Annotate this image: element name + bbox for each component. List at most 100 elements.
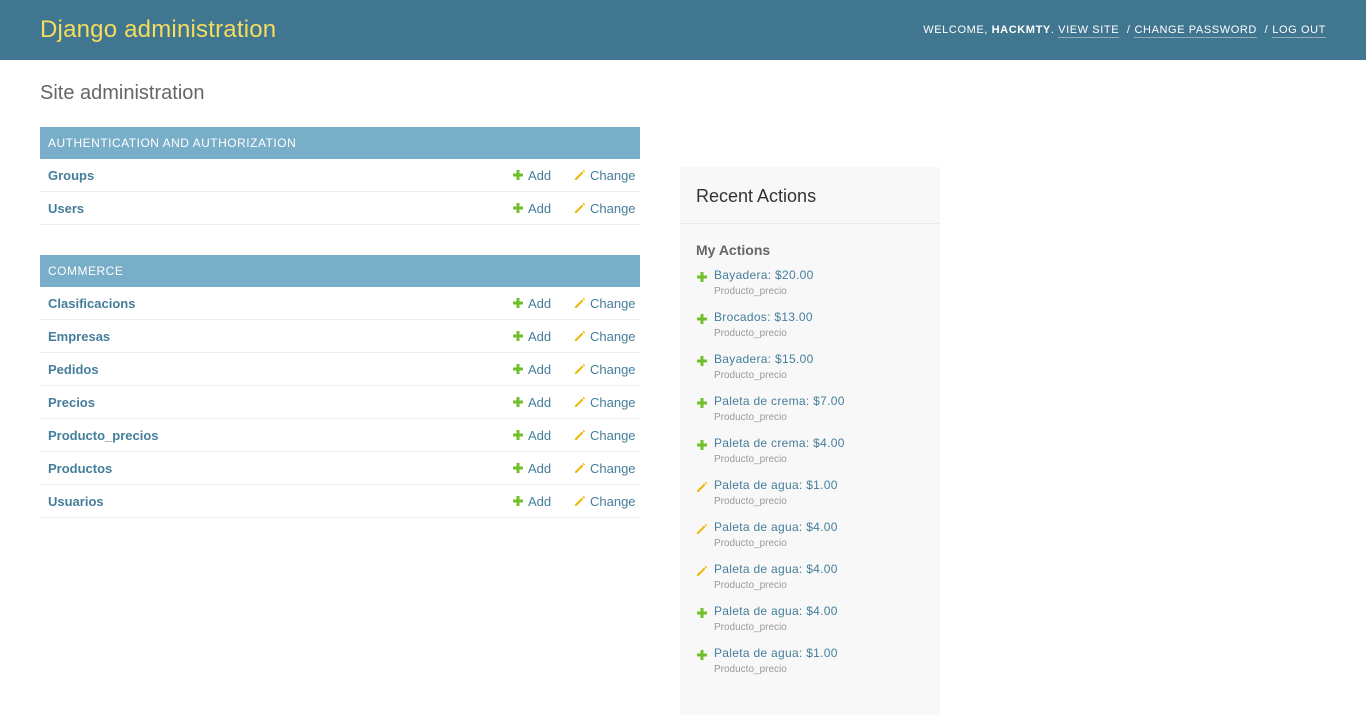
change-link[interactable]: Change: [574, 201, 636, 216]
content: Site administration Authentication and A…: [0, 60, 1366, 715]
pencil-icon: [696, 480, 708, 492]
change-label: Change: [590, 361, 636, 377]
model-link[interactable]: Empresas: [48, 329, 512, 344]
change-link[interactable]: Change: [574, 461, 636, 476]
recent-action-link[interactable]: Paleta de crema: $4.00: [714, 436, 845, 450]
change-link[interactable]: Change: [574, 494, 636, 509]
change-label: Change: [590, 493, 636, 509]
add-label: Add: [528, 200, 552, 216]
model-link[interactable]: Usuarios: [48, 494, 512, 509]
recent-action-link[interactable]: Brocados: $13.00: [714, 310, 813, 324]
add-icon: [512, 202, 524, 214]
add-link[interactable]: Add: [512, 329, 574, 344]
pencil-icon: [574, 495, 586, 507]
recent-action-link[interactable]: Bayadera: $15.00: [714, 352, 814, 366]
model-link[interactable]: Groups: [48, 168, 512, 183]
pencil-icon: [574, 363, 586, 375]
recent-actions-panel: Recent Actions My Actions Bayadera: $20.…: [680, 167, 940, 715]
recent-action-link[interactable]: Paleta de agua: $4.00: [714, 562, 838, 576]
recent-action-link[interactable]: Paleta de agua: $1.00: [714, 478, 838, 492]
site-name[interactable]: Django administration: [40, 16, 276, 44]
recent-action-type: Producto_precio: [714, 412, 787, 423]
change-link[interactable]: Change: [574, 329, 636, 344]
add-link[interactable]: Add: [512, 461, 574, 476]
change-label: Change: [590, 295, 636, 311]
recent-action-type: Producto_precio: [714, 286, 787, 297]
add-icon: [696, 606, 708, 618]
log-out-link[interactable]: Log out: [1272, 24, 1326, 38]
username-period: .: [1050, 24, 1055, 36]
pencil-icon: [574, 396, 586, 408]
recent-action-link[interactable]: Bayadera: $20.00: [714, 268, 814, 282]
change-label: Change: [590, 427, 636, 443]
my-actions-title: My Actions: [696, 242, 771, 258]
recent-action-item: Paleta de agua: $4.00 Producto_precio: [680, 518, 940, 560]
separator: /: [1264, 24, 1269, 36]
add-icon: [696, 438, 708, 450]
recent-action-item: Bayadera: $15.00 Producto_precio: [680, 350, 940, 392]
add-link[interactable]: Add: [512, 362, 574, 377]
add-label: Add: [528, 295, 552, 311]
view-site-link[interactable]: View site: [1058, 24, 1120, 38]
model-row: Producto_precios Add Change: [40, 419, 640, 452]
change-label: Change: [590, 200, 636, 216]
pencil-icon: [574, 297, 586, 309]
add-icon: [696, 270, 708, 282]
recent-action-link[interactable]: Paleta de agua: $4.00: [714, 604, 838, 618]
pencil-icon: [574, 429, 586, 441]
model-link[interactable]: Producto_precios: [48, 428, 512, 443]
add-icon: [512, 495, 524, 507]
recent-action-item: Paleta de crema: $4.00 Producto_precio: [680, 434, 940, 476]
add-icon: [696, 312, 708, 324]
add-link[interactable]: Add: [512, 428, 574, 443]
model-row: Users Add Change: [40, 192, 640, 225]
app-module-commerce: Commerce Clasificacions Add Change Empresas…: [40, 255, 640, 518]
recent-action-item: Paleta de agua: $1.00 Producto_precio: [680, 476, 940, 518]
actions-list: Bayadera: $20.00 Producto_precio Brocados:…: [680, 266, 940, 686]
model-link[interactable]: Clasificacions: [48, 296, 512, 311]
recent-action-link[interactable]: Paleta de crema: $7.00: [714, 394, 845, 408]
app-caption[interactable]: Commerce: [40, 255, 640, 287]
add-label: Add: [528, 493, 552, 509]
pencil-icon: [696, 564, 708, 576]
change-label: Change: [590, 460, 636, 476]
recent-action-item: Paleta de agua: $1.00 Producto_precio: [680, 644, 940, 686]
page-title: Site administration: [40, 82, 205, 104]
app-caption[interactable]: Authentication and Authorization: [40, 127, 640, 159]
change-label: Change: [590, 394, 636, 410]
header: Django administration Welcome, hackmty. …: [0, 0, 1366, 60]
add-link[interactable]: Add: [512, 296, 574, 311]
change-password-link[interactable]: Change password: [1134, 24, 1257, 38]
add-link[interactable]: Add: [512, 201, 574, 216]
change-link[interactable]: Change: [574, 395, 636, 410]
model-link[interactable]: Productos: [48, 461, 512, 476]
change-link[interactable]: Change: [574, 296, 636, 311]
add-icon: [512, 297, 524, 309]
recent-action-item: Bayadera: $20.00 Producto_precio: [680, 266, 940, 308]
add-icon: [696, 354, 708, 366]
change-label: Change: [590, 167, 636, 183]
add-link[interactable]: Add: [512, 395, 574, 410]
model-link[interactable]: Precios: [48, 395, 512, 410]
add-icon: [512, 363, 524, 375]
username: hackmty: [991, 24, 1051, 36]
model-link[interactable]: Pedidos: [48, 362, 512, 377]
recent-action-type: Producto_precio: [714, 538, 787, 549]
add-label: Add: [528, 328, 552, 344]
pencil-icon: [574, 202, 586, 214]
add-label: Add: [528, 460, 552, 476]
change-link[interactable]: Change: [574, 428, 636, 443]
add-link[interactable]: Add: [512, 494, 574, 509]
model-link[interactable]: Users: [48, 201, 512, 216]
change-link[interactable]: Change: [574, 362, 636, 377]
add-label: Add: [528, 394, 552, 410]
recent-action-link[interactable]: Paleta de agua: $1.00: [714, 646, 838, 660]
add-icon: [512, 396, 524, 408]
recent-action-item: Paleta de crema: $7.00 Producto_precio: [680, 392, 940, 434]
add-icon: [512, 462, 524, 474]
pencil-icon: [574, 462, 586, 474]
recent-action-link[interactable]: Paleta de agua: $4.00: [714, 520, 838, 534]
add-link[interactable]: Add: [512, 168, 574, 183]
add-icon: [512, 429, 524, 441]
change-link[interactable]: Change: [574, 168, 636, 183]
